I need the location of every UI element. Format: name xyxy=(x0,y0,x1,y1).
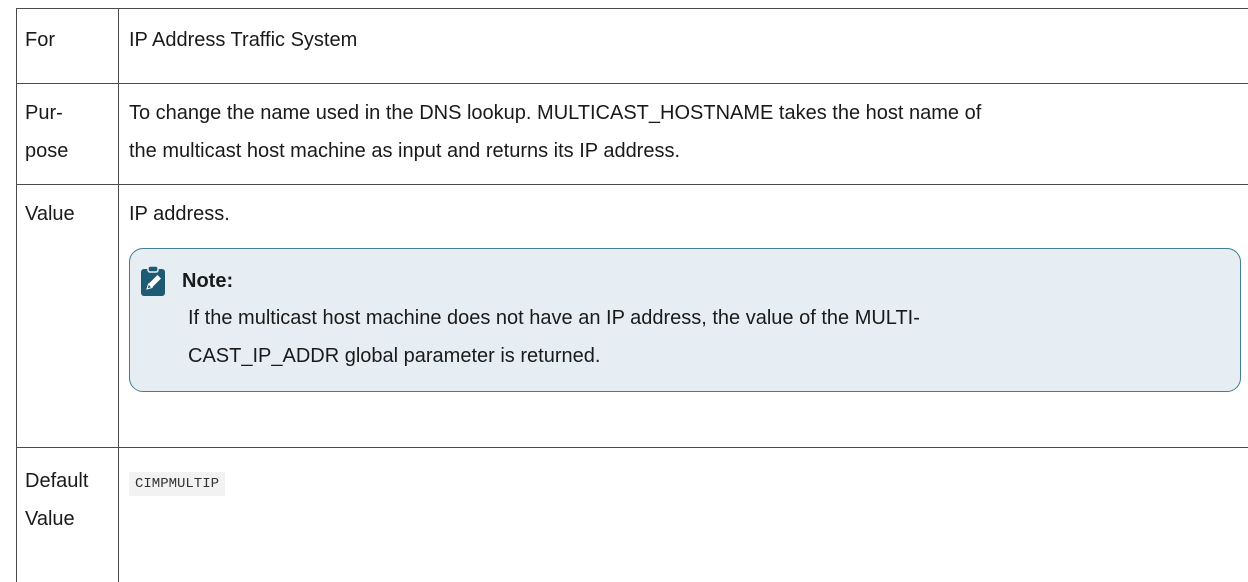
row-label-default-value: Default Value xyxy=(17,448,119,582)
table-row-default-value: Default Value CIMPMULTIP xyxy=(17,448,1248,582)
purpose-text-line-2: the multicast host machine as input and … xyxy=(129,132,1248,170)
table-row-value: Value IP address. Note: If xyxy=(17,185,1248,448)
row-value-default-value: CIMPMULTIP xyxy=(119,448,1248,582)
note-text-line-1: If the multicast host machine does not h… xyxy=(188,299,1240,337)
default-value-code: CIMPMULTIP xyxy=(129,472,225,496)
purpose-label-line-2: pose xyxy=(25,132,118,170)
pencil-clipboard-icon xyxy=(140,265,166,297)
parameter-table: For IP Address Traffic System Pur- pose … xyxy=(16,8,1248,582)
table-row-purpose: Pur- pose To change the name used in the… xyxy=(17,84,1248,185)
note-title: Note: xyxy=(182,263,233,299)
row-value-value: IP address. Note: If the multicast hos xyxy=(119,185,1248,448)
purpose-text-line-1: To change the name used in the DNS looku… xyxy=(129,94,1248,132)
value-text: IP address. xyxy=(129,195,1248,233)
row-label-value: Value xyxy=(17,185,119,448)
note-text-line-2: CAST_IP_ADDR global parameter is returne… xyxy=(188,337,1240,375)
note-body: If the multicast host machine does not h… xyxy=(140,299,1240,375)
purpose-label-line-1: Pur- xyxy=(25,94,118,132)
note-callout: Note: If the multicast host machine does… xyxy=(129,248,1241,392)
row-label-for: For xyxy=(17,9,119,84)
row-label-purpose: Pur- pose xyxy=(17,84,119,185)
default-label-line-2: Value xyxy=(25,500,118,538)
note-header: Note: xyxy=(140,263,1240,299)
table-row-for: For IP Address Traffic System xyxy=(17,9,1248,84)
row-value-purpose: To change the name used in the DNS looku… xyxy=(119,84,1248,185)
default-label-line-1: Default xyxy=(25,462,118,500)
row-value-for: IP Address Traffic System xyxy=(119,9,1248,84)
